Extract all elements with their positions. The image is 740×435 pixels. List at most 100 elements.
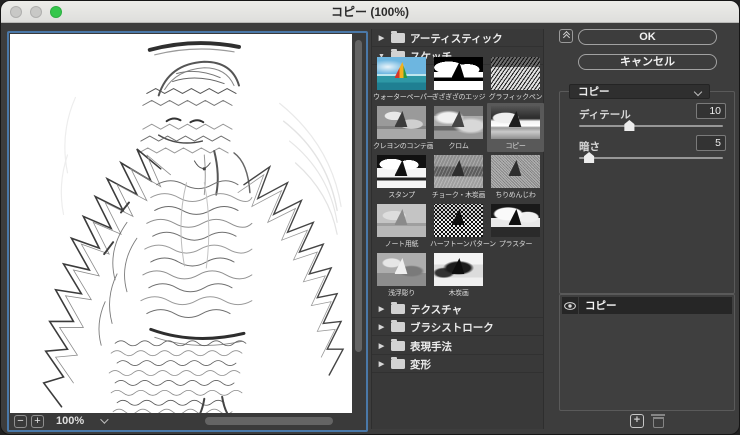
- thumbnail-image: [434, 106, 483, 139]
- folder-artistic[interactable]: ▶ アーティスティック: [372, 30, 543, 47]
- window-controls: [10, 6, 62, 18]
- disclosure-triangle-icon[interactable]: ▶: [377, 323, 386, 331]
- thumbnail-label: ちりめんじわ: [487, 190, 544, 200]
- folder-texture[interactable]: ▶ テクスチャ: [372, 301, 543, 318]
- thumbnail-label: グラフィックペン: [487, 92, 544, 102]
- filter-thumbnail-grid: ウォーターペーパー ぎざぎざのエッジ グラフィックペン クレヨンのコンテ画 クロ…: [373, 54, 544, 299]
- disclosure-triangle-icon[interactable]: ▶: [377, 305, 386, 313]
- filter-thumbnail-photocopy-selected[interactable]: コピー: [487, 103, 544, 152]
- folder-icon: [391, 341, 405, 351]
- zoom-level-chevron-down-icon[interactable]: [100, 415, 108, 423]
- darkness-slider-track[interactable]: [579, 157, 723, 159]
- thumbnail-image: [434, 204, 483, 237]
- thumbnail-label: クレヨンのコンテ画: [373, 141, 430, 151]
- thumbnail-label: ウォーターペーパー: [373, 92, 430, 102]
- filter-thumbnail-chalk-charcoal[interactable]: チョーク・木炭画: [430, 152, 487, 201]
- folder-icon: [391, 33, 405, 43]
- sailboat-icon: [394, 160, 407, 176]
- thumbnail-label: 木炭画: [430, 288, 487, 298]
- preview-image[interactable]: [10, 34, 352, 413]
- sailboat-icon: [451, 258, 464, 274]
- filter-thumbnail-plaster[interactable]: プラスター: [487, 201, 544, 250]
- folder-label: 表現手法: [410, 339, 452, 354]
- preview-vertical-scrollbar-thumb[interactable]: [355, 40, 362, 352]
- folder-label: テクスチャ: [410, 302, 462, 317]
- filter-category-list: ▶ アーティスティック ▼ スケッチ ウォーターペーパー ぎざぎざのエッジ グラ…: [371, 29, 544, 429]
- detail-value-field[interactable]: 10: [696, 103, 726, 119]
- filter-thumbnail-water-paper[interactable]: ウォーターペーパー: [373, 54, 430, 103]
- thumbnail-image: [434, 253, 483, 286]
- collapse-panel-button[interactable]: [559, 29, 573, 43]
- sailboat-icon: [394, 111, 407, 127]
- filter-thumbnail-crepe[interactable]: ちりめんじわ: [487, 152, 544, 201]
- folder-label: 変形: [410, 357, 431, 372]
- sailboat-icon: [451, 62, 464, 78]
- filter-thumbnail-chrome[interactable]: クロム: [430, 103, 487, 152]
- detail-slider-label: ディテール: [579, 107, 631, 122]
- close-window-button[interactable]: [10, 6, 22, 18]
- darkness-slider-label: 暗さ: [579, 139, 600, 154]
- preview-sketch-image: [10, 34, 352, 413]
- visibility-toggle[interactable]: [562, 297, 579, 314]
- eye-icon: [564, 302, 576, 310]
- filter-thumbnail-charcoal[interactable]: 木炭画: [430, 250, 487, 299]
- detail-slider-track[interactable]: [579, 125, 723, 127]
- new-effect-layer-button[interactable]: +: [630, 414, 644, 428]
- chevron-up-icon: [562, 34, 569, 41]
- minimize-window-button[interactable]: [30, 6, 42, 18]
- zoom-window-button[interactable]: [50, 6, 62, 18]
- folder-label: ブラシストローク: [410, 320, 494, 335]
- effect-layer-actions: +: [559, 414, 735, 428]
- preview-status-bar: − + 100%: [10, 413, 365, 429]
- filter-thumbnail-torn-edges[interactable]: ぎざぎざのエッジ: [430, 54, 487, 103]
- settings-panel: OK キャンセル コピー ディテール 10 暗さ 5 コ: [559, 29, 738, 434]
- delete-effect-layer-button trash-icon[interactable]: [653, 417, 664, 428]
- preview-pane: − + 100%: [7, 31, 368, 432]
- effect-layer-name: コピー: [579, 298, 617, 313]
- folder-brush-strokes[interactable]: ▶ ブラシストローク: [372, 319, 543, 336]
- sailboat-icon: [508, 160, 521, 176]
- sailboat-icon: [451, 209, 464, 225]
- zoom-level-value[interactable]: 100%: [56, 415, 84, 427]
- ok-button[interactable]: OK: [578, 29, 717, 45]
- zoom-in-button[interactable]: +: [31, 415, 44, 428]
- filter-thumbnail-stamp[interactable]: スタンプ: [373, 152, 430, 201]
- folder-stylize[interactable]: ▶ 表現手法: [372, 338, 543, 355]
- effect-layer-row[interactable]: コピー: [562, 297, 732, 314]
- disclosure-triangle-icon[interactable]: ▶: [377, 342, 386, 350]
- thumbnail-label: 浅浮彫り: [373, 288, 430, 298]
- filter-select-dropdown[interactable]: コピー: [569, 84, 710, 99]
- filter-thumbnail-halftone-pattern[interactable]: ハーフトーンパターン: [430, 201, 487, 250]
- thumbnail-image: [377, 106, 426, 139]
- folder-label: アーティスティック: [410, 31, 503, 46]
- sailboat-icon: [451, 111, 464, 127]
- disclosure-triangle-icon[interactable]: ▶: [377, 360, 386, 368]
- thumbnail-label: チョーク・木炭画: [430, 190, 487, 200]
- folder-icon: [391, 304, 405, 314]
- sailboat-icon: [394, 209, 407, 225]
- filter-thumbnail-conte-crayon[interactable]: クレヨンのコンテ画: [373, 103, 430, 152]
- sailboat-icon: [451, 160, 464, 176]
- filter-thumbnail-bas-relief[interactable]: 浅浮彫り: [373, 250, 430, 299]
- preview-horizontal-scrollbar-thumb[interactable]: [205, 417, 333, 425]
- titlebar[interactable]: コピー (100%): [1, 1, 739, 23]
- preview-vertical-scrollbar[interactable]: [352, 34, 365, 413]
- thumbnail-label: クロム: [430, 141, 487, 151]
- filter-thumbnail-graphic-pen[interactable]: グラフィックペン: [487, 54, 544, 103]
- thumbnail-image: [491, 155, 540, 188]
- cancel-button[interactable]: キャンセル: [578, 54, 717, 70]
- zoom-out-button[interactable]: −: [14, 415, 27, 428]
- thumbnail-image: [377, 155, 426, 188]
- folder-distort[interactable]: ▶ 変形: [372, 356, 543, 373]
- folder-icon: [391, 359, 405, 369]
- effect-layer-list: コピー: [559, 294, 735, 411]
- disclosure-triangle-icon[interactable]: ▶: [377, 34, 386, 42]
- thumbnail-image: [377, 204, 426, 237]
- thumbnail-image: [491, 204, 540, 237]
- thumbnail-image: [491, 106, 540, 139]
- darkness-value-field[interactable]: 5: [696, 135, 726, 151]
- filter-thumbnail-note-paper[interactable]: ノート用紙: [373, 201, 430, 250]
- thumbnail-label: スタンプ: [373, 190, 430, 200]
- thumbnail-label: ノート用紙: [373, 239, 430, 249]
- thumbnail-label: コピー: [487, 141, 544, 151]
